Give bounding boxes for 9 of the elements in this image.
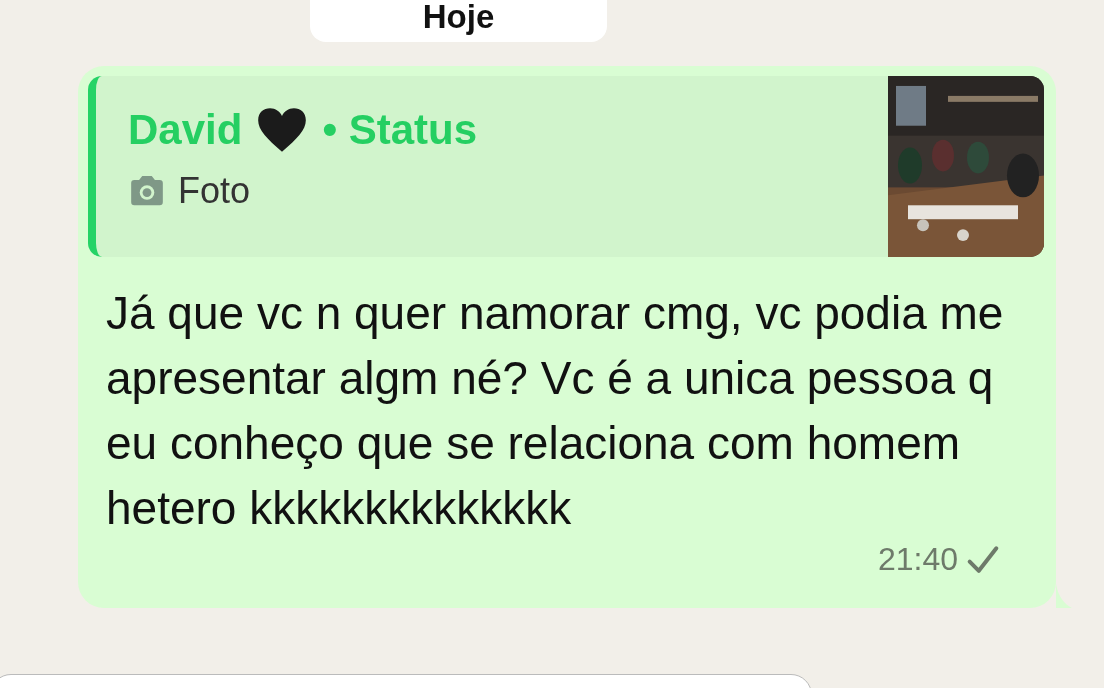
status-label: • Status [322, 106, 478, 154]
heart-icon [256, 106, 309, 154]
quoted-status[interactable]: David • Status Foto [88, 76, 1044, 257]
message-time: 21:40 [877, 541, 958, 578]
media-label: Foto [178, 170, 251, 212]
author-name: David [128, 106, 243, 154]
camera-icon [128, 175, 166, 207]
message-text: Já que vc n quer namorar cmg, vc podia me apresentar algm né? Vc é a unica pessoa q eu conheço que se relaciona com homem hetero kkkkkkkkkkkkkk [106, 286, 1005, 536]
date-chip: Hoje [310, 0, 607, 42]
